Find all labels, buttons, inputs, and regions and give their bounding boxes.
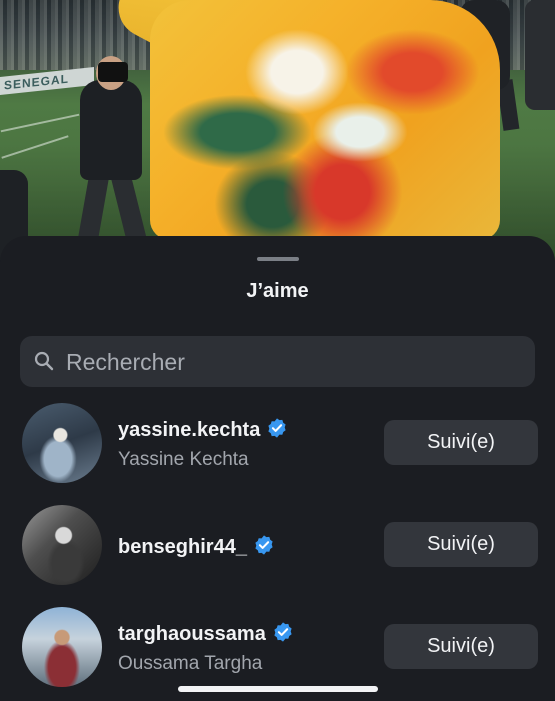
post-photo: SENEGAL <box>0 0 555 260</box>
search-placeholder: Rechercher <box>66 349 185 375</box>
avatar[interactable] <box>22 505 102 585</box>
home-indicator[interactable] <box>178 686 378 692</box>
background-person <box>525 0 555 110</box>
verified-badge-icon <box>274 622 292 642</box>
verified-badge-icon <box>255 535 273 555</box>
username[interactable]: benseghir44_ <box>118 534 275 559</box>
pitch-line <box>0 113 80 133</box>
username[interactable]: targhaoussama <box>118 621 294 646</box>
username-text: benseghir44_ <box>118 536 247 558</box>
sheet-title: J’aime <box>246 280 309 302</box>
colorful-jacket-person <box>150 0 500 240</box>
following-button[interactable]: Suivi(e) <box>384 522 538 567</box>
full-name: Yassine Kechta <box>118 449 249 470</box>
sheet-drag-handle[interactable] <box>257 257 299 261</box>
following-button[interactable]: Suivi(e) <box>384 420 538 465</box>
camera-icon <box>98 62 128 82</box>
avatar[interactable] <box>22 403 102 483</box>
list-item[interactable]: targhaoussama Oussama Targha Suivi(e) <box>0 604 555 694</box>
search-input[interactable]: Rechercher <box>20 336 535 387</box>
likes-sheet: J’aime Rechercher yassine.kechta Yassine… <box>0 236 555 701</box>
username-text: targhaoussama <box>118 623 266 645</box>
username[interactable]: yassine.kechta <box>118 417 288 442</box>
search-icon <box>34 351 54 371</box>
pitch-line <box>1 135 69 159</box>
username-text: yassine.kechta <box>118 419 261 441</box>
full-name: Oussama Targha <box>118 653 263 674</box>
following-button[interactable]: Suivi(e) <box>384 624 538 669</box>
verified-badge-icon <box>268 418 286 438</box>
list-item[interactable]: benseghir44_ Suivi(e) <box>0 502 555 592</box>
list-item[interactable]: yassine.kechta Yassine Kechta Suivi(e) <box>0 400 555 490</box>
stadium-banner: SENEGAL <box>0 67 94 95</box>
avatar[interactable] <box>22 607 102 687</box>
photographer <box>80 80 142 180</box>
